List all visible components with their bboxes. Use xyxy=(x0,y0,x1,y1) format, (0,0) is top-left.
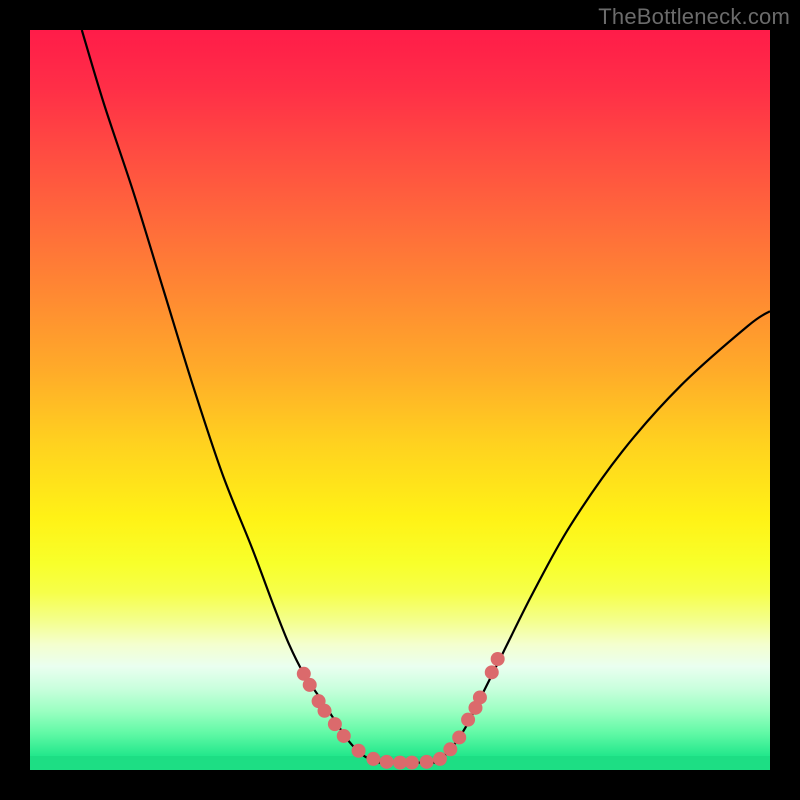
data-point xyxy=(318,704,332,718)
data-point xyxy=(491,652,505,666)
curve-right xyxy=(437,311,770,762)
data-point xyxy=(303,678,317,692)
curve-layer xyxy=(30,30,770,770)
data-point xyxy=(352,744,366,758)
plot-area xyxy=(30,30,770,770)
data-point xyxy=(443,742,457,756)
curve-left xyxy=(82,30,378,763)
data-point xyxy=(452,730,466,744)
data-point xyxy=(380,755,394,769)
data-point xyxy=(473,690,487,704)
data-point xyxy=(485,665,499,679)
chart-frame: TheBottleneck.com xyxy=(0,0,800,800)
marker-group xyxy=(297,652,505,770)
data-point xyxy=(328,717,342,731)
data-point xyxy=(405,756,419,770)
data-point xyxy=(433,752,447,766)
data-point xyxy=(461,713,475,727)
data-point xyxy=(337,729,351,743)
data-point xyxy=(366,752,380,766)
watermark-text: TheBottleneck.com xyxy=(598,4,790,30)
data-point xyxy=(420,755,434,769)
